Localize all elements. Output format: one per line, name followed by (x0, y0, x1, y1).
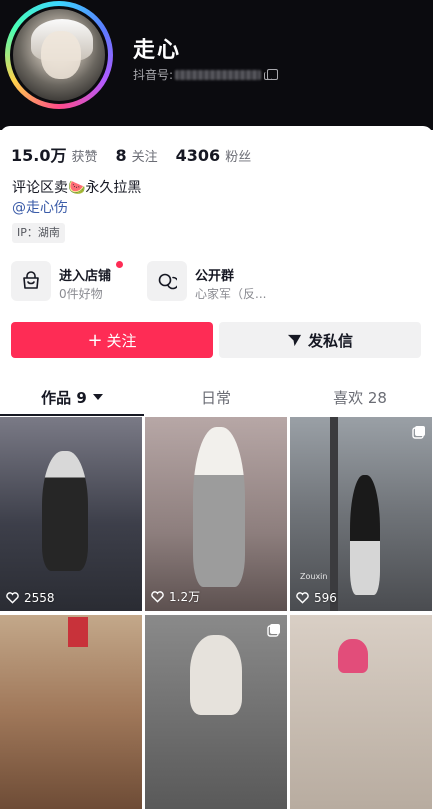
group-chat-icon (147, 261, 187, 301)
video-thumbnail[interactable]: Zouxin 596 (290, 417, 432, 611)
multi-image-icon (412, 426, 425, 439)
shop-subtitle: 0件好物 (59, 287, 103, 301)
douyin-id-row[interactable]: 抖音号: (133, 66, 279, 83)
tab-label: 喜欢 28 (333, 388, 387, 407)
likes-count: 2558 (6, 591, 55, 605)
message-button[interactable]: 发私信 (219, 322, 421, 358)
likes-count: 1.2万 (151, 588, 200, 605)
tab-daily[interactable]: 日常 (144, 378, 288, 416)
video-thumbnail[interactable] (0, 615, 142, 809)
heart-icon (6, 592, 19, 604)
content-tabs: 作品 9 日常 喜欢 28 (0, 378, 433, 416)
video-thumbnail[interactable] (290, 615, 432, 809)
thumbnail-figure (42, 451, 88, 571)
ip-badge: IP：湖南 (12, 223, 65, 243)
plus-icon: + (87, 329, 103, 351)
shop-icon (11, 261, 51, 301)
avatar-ring[interactable] (5, 1, 113, 109)
likes-value: 596 (314, 591, 337, 605)
profile-header: 走心 抖音号: (0, 0, 433, 130)
shop-title: 进入店铺 (59, 269, 112, 284)
video-thumbnail[interactable]: 1.2万 (145, 417, 287, 611)
follow-label: 关注 (106, 331, 137, 350)
douyin-id-label: 抖音号: (133, 68, 174, 82)
mention-link[interactable]: @走心伤 (12, 197, 68, 217)
copy-icon[interactable] (264, 69, 279, 80)
heart-icon (296, 592, 309, 604)
tab-works[interactable]: 作品 9 (0, 378, 144, 416)
thumbnail-pillar (330, 417, 338, 611)
group-entry[interactable]: 公开群 心家军（反... (147, 261, 347, 305)
bio-text: 评论区卖🍉永久拉黑 (12, 180, 142, 196)
stat-label: 粉丝 (225, 150, 252, 165)
stat-number: 8 (115, 146, 127, 165)
likes-value: 1.2万 (169, 590, 201, 604)
notification-dot (116, 261, 123, 268)
stat-likes[interactable]: 15.0万 获赞 (11, 142, 98, 166)
thumbnail-figure (350, 475, 380, 595)
tab-label: 日常 (200, 388, 231, 407)
likes-value: 2558 (24, 591, 55, 605)
send-icon (287, 334, 302, 346)
profile-name: 走心 (133, 38, 182, 63)
heart-icon (151, 590, 164, 603)
stat-number: 15.0万 (11, 146, 67, 165)
avatar-face (41, 31, 81, 79)
stat-following[interactable]: 8 关注 (116, 146, 158, 165)
message-label: 发私信 (307, 331, 353, 350)
tab-label: 作品 9 (41, 388, 87, 407)
thumbnail-figure (193, 427, 245, 587)
stat-label: 关注 (131, 150, 158, 165)
thumbnail-sign (68, 617, 88, 647)
stat-followers[interactable]: 4306 粉丝 (176, 146, 252, 165)
group-subtitle: 心家军（反... (195, 287, 267, 301)
stats-row: 15.0万 获赞 8 关注 4306 粉丝 (11, 142, 269, 166)
multi-image-icon (267, 624, 280, 637)
caret-down-icon (92, 394, 103, 400)
tab-liked[interactable]: 喜欢 28 (288, 378, 432, 416)
watermark-text: Zouxin (300, 572, 328, 581)
avatar[interactable] (10, 6, 108, 104)
video-thumbnail[interactable] (145, 615, 287, 809)
follow-button[interactable]: + 关注 (11, 322, 213, 358)
stat-label: 获赞 (71, 150, 98, 165)
douyin-id-blurred (175, 69, 262, 80)
profile-sheet: 15.0万 获赞 8 关注 4306 粉丝 评论区卖🍉永久拉黑 @走心伤 IP：… (0, 126, 433, 809)
stat-number: 4306 (175, 146, 221, 165)
video-thumbnail[interactable]: 2558 (0, 417, 142, 611)
thumbnail-figure (190, 635, 242, 715)
likes-count: 596 (296, 591, 337, 605)
group-title: 公开群 (195, 269, 235, 284)
thumbnail-sticker (338, 639, 368, 673)
